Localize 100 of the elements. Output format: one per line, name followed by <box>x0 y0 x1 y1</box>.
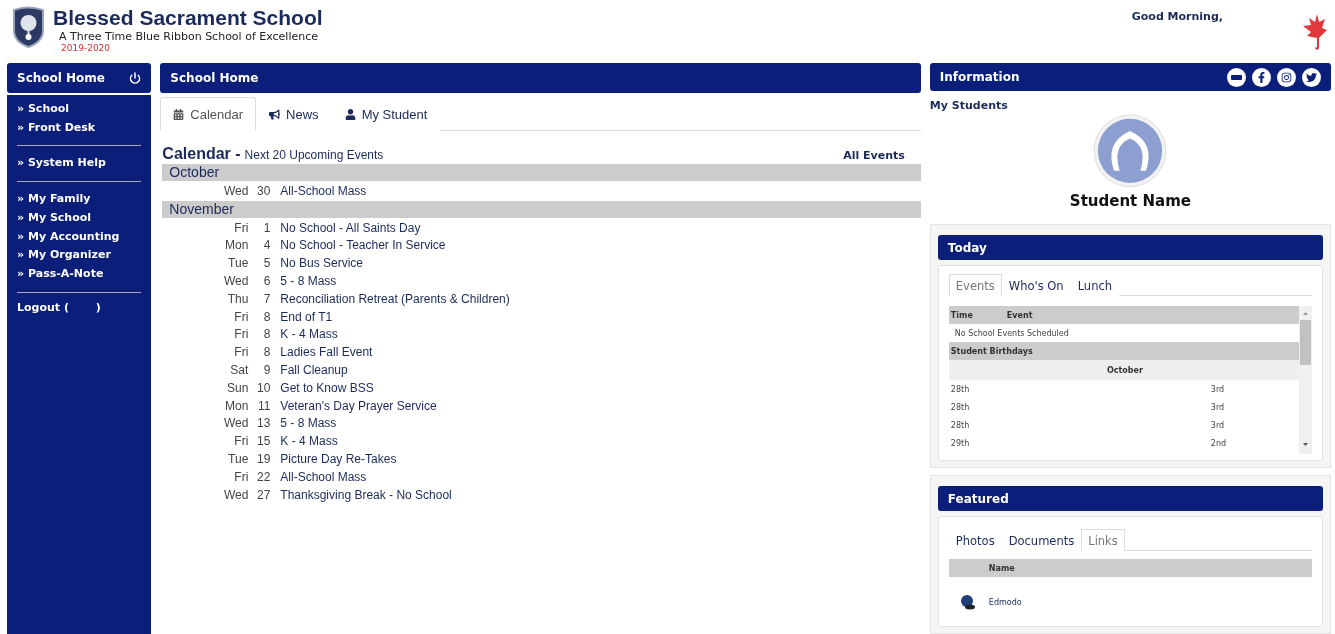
main-title: School Home <box>170 71 259 85</box>
megaphone-icon <box>269 109 281 120</box>
event-weekday: Mon <box>224 238 249 253</box>
event-link[interactable]: End of T1 <box>280 309 333 324</box>
event-date: 11 <box>256 398 271 413</box>
birthday-date: 29th <box>950 438 971 448</box>
sidebar-link[interactable]: » My Organizer <box>17 246 142 265</box>
event-weekday: Tue <box>227 452 249 467</box>
event-weekday: Wed <box>222 416 249 431</box>
event-link[interactable]: No Bus Service <box>280 256 364 271</box>
featured-tab[interactable]: Links <box>1081 529 1125 551</box>
website-icon[interactable] <box>1227 67 1246 87</box>
instagram-icon[interactable] <box>1277 67 1296 87</box>
greeting: Good Morning, <box>1131 10 1223 23</box>
today-title: Today <box>947 240 987 255</box>
sidebar-link[interactable]: » School <box>17 100 142 119</box>
event-link[interactable]: Thanksgiving Break - No School <box>280 487 452 502</box>
event-date: 1 <box>262 220 271 235</box>
empty-message: No School Events Scheduled <box>953 328 1069 338</box>
event-weekday: Fri <box>233 345 249 360</box>
school-crest-logo <box>12 6 45 48</box>
column-header: Time <box>950 310 974 320</box>
column-header: Name <box>988 563 1015 573</box>
info-title: Information <box>939 70 1020 85</box>
event-link[interactable]: K - 4 Mass <box>280 327 338 342</box>
scrollbar[interactable] <box>1299 306 1312 454</box>
calendar-title: Calendar - <box>162 145 241 163</box>
column-header: Event <box>1006 310 1033 320</box>
event-weekday: Fri <box>233 327 249 342</box>
birthday-grade: 2nd <box>1210 438 1227 448</box>
school-tagline: A Three Time Blue Ribbon School of Excellence <box>59 30 319 43</box>
sidebar-link[interactable]: » My Accounting <box>17 227 142 247</box>
calendar-icon <box>173 108 185 120</box>
event-weekday: Thu <box>226 291 249 306</box>
event-link[interactable]: No School - All Saints Day <box>280 220 421 235</box>
birthday-grade: 3rd <box>1210 420 1225 430</box>
event-link[interactable]: Picture Day Re-Takes <box>280 452 397 467</box>
sidebar-link[interactable]: » My Family <box>17 190 142 209</box>
globe-icon <box>960 595 975 610</box>
birthday-grade: 3rd <box>1210 402 1225 412</box>
event-date: 22 <box>256 469 271 484</box>
event-link[interactable]: 5 - 8 Mass <box>280 416 337 431</box>
event-date: 19 <box>256 452 271 467</box>
birthdays-heading: Student Birthdays <box>950 346 1033 356</box>
event-date: 4 <box>262 238 271 253</box>
event-date: 8 <box>262 345 271 360</box>
event-link[interactable]: All-School Mass <box>280 469 367 484</box>
event-weekday: Fri <box>233 434 249 449</box>
user-icon <box>344 109 356 120</box>
event-weekday: Fri <box>233 220 249 235</box>
event-link[interactable]: Get to Know BSS <box>280 380 374 395</box>
sidebar-link[interactable]: » System Help <box>17 154 142 174</box>
student-name: Student Name <box>1068 192 1192 210</box>
all-events-link[interactable]: All Events <box>843 149 905 162</box>
event-date: 30 <box>256 183 271 198</box>
birthday-month: October <box>1106 365 1143 375</box>
event-date: 27 <box>256 487 271 502</box>
power-icon[interactable] <box>129 72 142 84</box>
birthday-grade: 3rd <box>1210 384 1225 394</box>
maple-leaf-icon <box>1303 14 1327 52</box>
event-link[interactable]: 5 - 8 Mass <box>280 274 337 289</box>
featured-title: Featured <box>947 491 1009 506</box>
event-date: 15 <box>256 434 271 449</box>
event-link[interactable]: K - 4 Mass <box>280 434 338 449</box>
sidebar-link[interactable]: » Pass-A-Note <box>17 264 142 284</box>
event-weekday: Tue <box>227 256 249 271</box>
event-weekday: Fri <box>233 469 249 484</box>
birthday-date: 28th <box>950 402 971 412</box>
event-link[interactable]: Reconciliation Retreat (Parents & Children) <box>280 291 510 306</box>
facebook-icon[interactable] <box>1252 67 1271 87</box>
birthday-date: 28th <box>950 420 971 430</box>
today-tab[interactable]: Events <box>948 274 1002 296</box>
school-name: Blessed Sacrament School <box>53 6 323 30</box>
month-header: November <box>162 200 921 218</box>
event-weekday: Wed <box>222 487 249 502</box>
calendar-subtitle: Next 20 Upcoming Events <box>244 148 384 162</box>
sidebar-link[interactable]: » My School <box>17 208 142 228</box>
event-date: 8 <box>262 309 271 324</box>
twitter-icon[interactable] <box>1302 67 1321 87</box>
event-link[interactable]: Fall Cleanup <box>280 363 348 378</box>
featured-link[interactable]: Edmodo <box>988 598 1022 607</box>
event-date: 9 <box>262 363 271 378</box>
event-weekday: Fri <box>233 309 249 324</box>
sidebar-link[interactable]: » Front Desk <box>17 118 142 138</box>
event-link[interactable]: Ladies Fall Event <box>280 345 373 360</box>
event-link[interactable]: No School - Teacher In Service <box>280 238 446 253</box>
event-link[interactable]: Veteran's Day Prayer Service <box>280 398 437 413</box>
birthday-date: 28th <box>950 384 971 394</box>
event-weekday: Sun <box>226 380 249 395</box>
month-header: October <box>162 164 921 181</box>
logout-link[interactable]: Logout ( ) <box>17 300 142 314</box>
my-students-label: My Students <box>929 99 1009 113</box>
event-link[interactable]: All-School Mass <box>280 183 367 198</box>
content-tab[interactable]: Calendar <box>160 97 257 131</box>
sidebar-title: School Home <box>17 71 105 85</box>
event-weekday: Wed <box>222 183 249 198</box>
event-date: 6 <box>262 274 271 289</box>
event-date: 10 <box>256 380 271 395</box>
event-date: 8 <box>262 327 271 342</box>
event-date: 13 <box>256 416 271 431</box>
